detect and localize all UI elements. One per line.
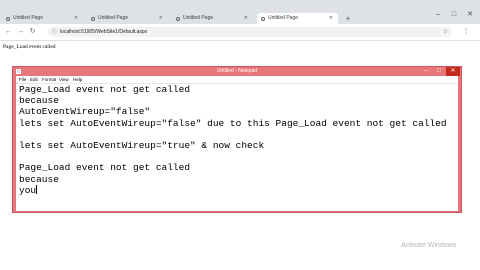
- notepad-app-icon: [16, 69, 21, 74]
- back-arrow-icon[interactable]: ←: [4, 27, 13, 37]
- menu-help[interactable]: Help: [73, 76, 82, 83]
- browser-tab-3[interactable]: Untitled Page ✕: [172, 13, 253, 24]
- notepad-title: Untitled - Notepad: [216, 68, 258, 74]
- globe-icon: [6, 16, 10, 21]
- notepad-client: File Edit Format View Help Page_Load eve…: [16, 76, 458, 211]
- maximize-button[interactable]: □: [446, 9, 462, 21]
- globe-icon: [91, 16, 95, 21]
- address-bar[interactable]: ⓘ localhost:51905/WebSite1/Default.aspx …: [48, 27, 452, 37]
- menu-format[interactable]: Format: [42, 76, 56, 83]
- info-icon[interactable]: ⓘ: [52, 27, 57, 37]
- new-tab-button[interactable]: +: [343, 13, 353, 24]
- browser-tab-2[interactable]: Untitled Page ✕: [87, 13, 168, 24]
- browser-tab-4[interactable]: Untitled Page ✕: [257, 13, 338, 24]
- page-load-message: Page_Load event called: [3, 44, 56, 50]
- notepad-minimize-button[interactable]: –: [421, 67, 431, 76]
- menu-edit[interactable]: Edit: [30, 76, 38, 83]
- text-line: [19, 129, 458, 140]
- forward-arrow-icon[interactable]: →: [16, 27, 25, 37]
- tab-title: Untitled Page: [268, 15, 299, 21]
- text-line: because: [19, 173, 59, 185]
- text-line-with-caret: you: [19, 184, 458, 196]
- notepad-titlebar[interactable]: Untitled - Notepad – □ ✕: [13, 67, 461, 76]
- reload-icon[interactable]: ↻: [28, 27, 37, 37]
- text-line: lets set AutoEventWireup="false" due to …: [19, 117, 447, 129]
- close-icon[interactable]: ✕: [244, 13, 248, 24]
- browser-tab-1[interactable]: Untitled Page ✕: [2, 13, 83, 24]
- text-line: AutoEventWireup="false": [19, 106, 151, 118]
- window-close-button[interactable]: ✕: [462, 9, 478, 21]
- bookmark-star-icon[interactable]: ☆: [443, 27, 448, 37]
- notepad-window: Untitled - Notepad – □ ✕ File Edit Forma…: [12, 66, 462, 213]
- browser-tabstrip: Untitled Page ✕ Untitled Page ✕ Untitled…: [0, 0, 480, 24]
- notepad-text-area[interactable]: Page_Load event not get called because A…: [16, 84, 458, 211]
- minimize-button[interactable]: –: [430, 9, 446, 21]
- browser-menu-icon[interactable]: ⋮: [462, 27, 470, 37]
- text-line: Page_Load event not get called: [19, 162, 191, 174]
- notepad-menubar: File Edit Format View Help: [16, 76, 458, 84]
- globe-icon: [261, 16, 265, 21]
- close-icon[interactable]: ✕: [74, 13, 78, 24]
- text-line: Page_Load event not get called: [19, 84, 191, 95]
- text-line: lets set AutoEventWireup="true" & now ch…: [19, 139, 265, 151]
- tab-title: Untitled Page: [13, 15, 44, 21]
- notepad-close-button[interactable]: ✕: [446, 67, 460, 76]
- activate-windows-watermark: Activate Windows: [401, 242, 457, 249]
- menu-view[interactable]: View: [59, 76, 69, 83]
- tab-title: Untitled Page: [98, 15, 129, 21]
- text-caret: [36, 184, 38, 194]
- url-text: localhost:51905/WebSite1/Default.aspx: [60, 29, 148, 35]
- text-line: because: [19, 95, 59, 107]
- text-line: [19, 151, 458, 162]
- browser-toolbar: ← → ↻ ⓘ localhost:51905/WebSite1/Default…: [0, 24, 480, 41]
- close-icon[interactable]: ✕: [159, 13, 163, 24]
- menu-file[interactable]: File: [19, 76, 26, 83]
- notepad-maximize-button[interactable]: □: [434, 67, 444, 76]
- close-icon[interactable]: ✕: [329, 13, 333, 24]
- globe-icon: [176, 16, 180, 21]
- tab-title: Untitled Page: [183, 15, 214, 21]
- text-line: you: [19, 184, 37, 196]
